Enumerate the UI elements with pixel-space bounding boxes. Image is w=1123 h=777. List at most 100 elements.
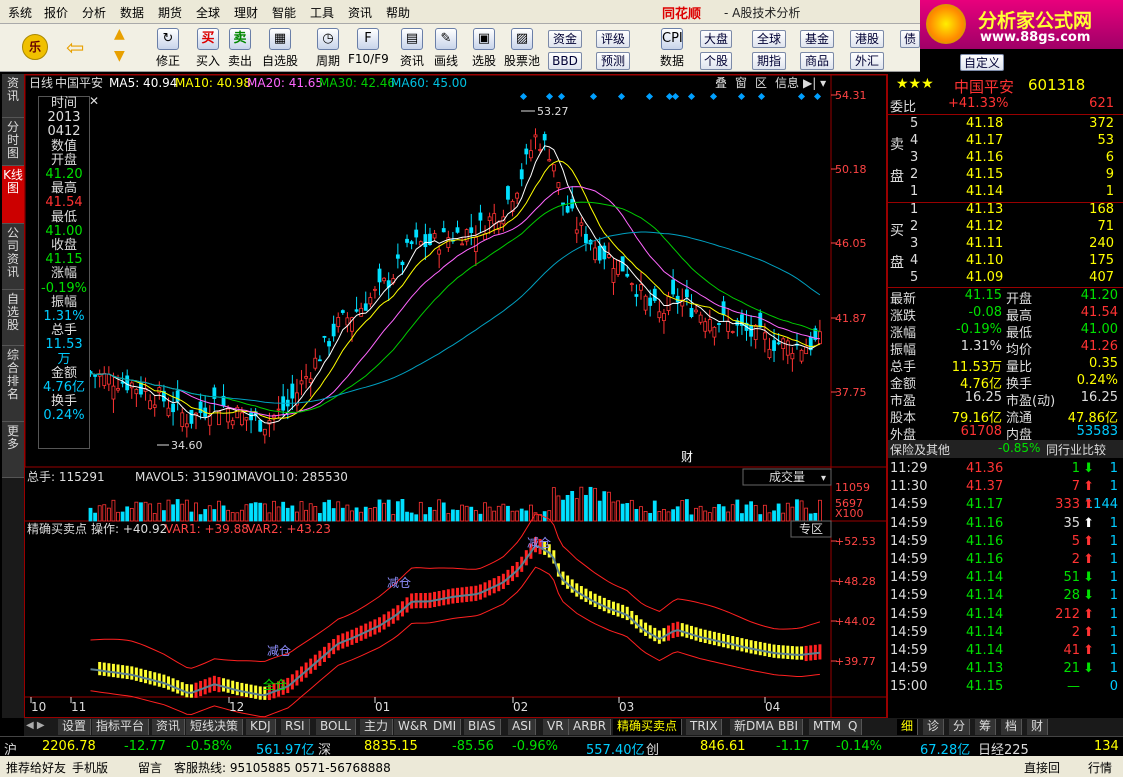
- quick-btn-6[interactable]: 基金: [800, 30, 834, 48]
- indicator-tab-12[interactable]: VR: [543, 719, 569, 735]
- event-diamond-icon[interactable]: [813, 92, 822, 101]
- quick-btn-2[interactable]: BBD: [548, 52, 582, 70]
- quick-btn-12[interactable]: 外汇: [850, 52, 884, 70]
- back-arrow-icon[interactable]: ⇦: [66, 36, 84, 61]
- toolbar-btn-10[interactable]: CPI 数据: [652, 28, 692, 69]
- indicator-tab-13[interactable]: ARBR: [569, 719, 612, 735]
- indicator-tab-17[interactable]: BBI: [774, 719, 804, 735]
- menu-item-2[interactable]: 分析: [82, 4, 106, 21]
- indicator-tab-19[interactable]: Q: [844, 719, 863, 735]
- toolbar-btn-8[interactable]: ▣ 选股: [464, 28, 504, 69]
- status-msg[interactable]: 留言: [138, 759, 162, 776]
- event-diamond-icon[interactable]: [757, 92, 766, 101]
- chart-tool-1[interactable]: 窗: [735, 76, 747, 90]
- menu-item-4[interactable]: 期货: [158, 4, 182, 21]
- toolbar-btn-9[interactable]: ▨ 股票池: [502, 28, 542, 69]
- status-hotline[interactable]: 客服热线: 95105885 0571-56768888: [174, 759, 391, 776]
- indicator-tab-15[interactable]: TRIX: [686, 719, 723, 735]
- indicator-tab-8[interactable]: W&R: [394, 719, 433, 735]
- chart-tool-0[interactable]: 叠: [715, 76, 727, 90]
- right-tab-0[interactable]: 细: [897, 719, 919, 735]
- toolbar-btn-3[interactable]: ▦ 自选股: [260, 28, 300, 69]
- event-diamond-icon[interactable]: [709, 92, 718, 101]
- menu-item-0[interactable]: 系统: [8, 4, 32, 21]
- toolbar-btn-7[interactable]: ✎ 画线: [426, 28, 466, 69]
- left-tab-3[interactable]: 公司资讯: [2, 224, 24, 290]
- menu-item-3[interactable]: 数据: [120, 4, 144, 21]
- indicator-tab-6[interactable]: BOLL: [316, 719, 356, 735]
- kline-chart-svg[interactable]: 日线 中国平安 MA5: 40.94MA10: 40.98MA20: 41.65MA…: [24, 74, 889, 719]
- left-tab-0[interactable]: 资讯: [2, 74, 24, 118]
- down-arrow-icon[interactable]: ▼: [114, 48, 125, 64]
- quick-btn-7[interactable]: 港股: [850, 30, 884, 48]
- event-diamond-icon[interactable]: [687, 92, 696, 101]
- menu-item-9[interactable]: 资讯: [348, 4, 372, 21]
- tab-scroll-left-icon[interactable]: ◀ ▶: [26, 720, 45, 731]
- event-diamond-icon[interactable]: [737, 92, 746, 101]
- indicator-tab-10[interactable]: BIAS: [464, 719, 501, 735]
- right-tab-2[interactable]: 分: [949, 719, 971, 735]
- home-icon[interactable]: 乐: [22, 34, 48, 60]
- left-tab-6[interactable]: 更多: [2, 422, 24, 478]
- left-tab-2[interactable]: K线图: [2, 166, 24, 224]
- quick-btn-3[interactable]: 预测: [596, 52, 630, 70]
- zone-label[interactable]: 专区: [799, 521, 823, 536]
- toolbar-btn-4[interactable]: ◷ 周期: [308, 28, 348, 69]
- indicator-tab-14[interactable]: 精确买卖点: [613, 719, 683, 735]
- event-diamond-icon[interactable]: [545, 92, 554, 101]
- right-tab-5[interactable]: 财: [1027, 719, 1049, 735]
- quick-btn-10[interactable]: 期指: [752, 52, 786, 70]
- indicator-tab-0[interactable]: 设置: [58, 719, 92, 735]
- finance-marker[interactable]: 财: [681, 450, 693, 464]
- quick-btn-13[interactable]: 自定义: [960, 54, 1004, 71]
- quick-btn-1[interactable]: 评级: [596, 30, 630, 48]
- indicator-tab-7[interactable]: 主力: [360, 719, 394, 735]
- menu-item-7[interactable]: 智能: [272, 4, 296, 21]
- chart-menu-icon[interactable]: ▶| ▾: [803, 76, 826, 90]
- quick-btn-8[interactable]: 债: [900, 30, 920, 48]
- right-tab-4[interactable]: 档: [1001, 719, 1023, 735]
- event-diamond-icon[interactable]: [589, 92, 598, 101]
- indicator-tab-4[interactable]: KDJ: [246, 719, 276, 735]
- menu-item-8[interactable]: 工具: [310, 4, 334, 21]
- status-direct[interactable]: 直接回: [1024, 759, 1060, 776]
- indicator-tab-5[interactable]: RSI: [281, 719, 310, 735]
- sector-name[interactable]: 保险及其他: [890, 441, 950, 458]
- event-diamond-icon[interactable]: [645, 92, 654, 101]
- indicator-tab-2[interactable]: 资讯: [152, 719, 186, 735]
- dropdown-arrow-icon[interactable]: ▾: [821, 473, 826, 484]
- quick-btn-5[interactable]: 全球: [752, 30, 786, 48]
- left-tab-4[interactable]: 自选股: [2, 290, 24, 346]
- right-tab-1[interactable]: 诊: [923, 719, 945, 735]
- left-tab-1[interactable]: 分时图: [2, 118, 24, 166]
- indicator-tab-18[interactable]: MTM: [809, 719, 847, 735]
- quick-btn-9[interactable]: 个股: [700, 52, 732, 70]
- event-diamond-icon[interactable]: [617, 92, 626, 101]
- menu-item-1[interactable]: 报价: [44, 4, 68, 21]
- left-tab-5[interactable]: 综合排名: [2, 346, 24, 422]
- toolbar-btn-5[interactable]: F F10/F9: [348, 28, 389, 66]
- status-trade[interactable]: 行情: [1088, 759, 1112, 776]
- chart-tool-3[interactable]: 信息: [775, 75, 799, 90]
- quick-btn-4[interactable]: 大盘: [700, 30, 732, 48]
- event-diamond-icon[interactable]: [671, 92, 680, 101]
- right-tab-3[interactable]: 筹: [975, 719, 997, 735]
- indicator-tab-3[interactable]: 短线决策: [186, 719, 244, 735]
- quick-btn-11[interactable]: 商品: [800, 52, 834, 70]
- event-diamond-icon[interactable]: [557, 92, 566, 101]
- toolbar-btn-2[interactable]: 卖卖出: [220, 28, 260, 69]
- peer-compare-button[interactable]: 同行业比较: [1046, 441, 1106, 458]
- chart-tool-2[interactable]: 区: [755, 76, 767, 90]
- toolbar-btn-0[interactable]: ↻ 修正: [148, 28, 188, 69]
- status-mobile[interactable]: 手机版: [72, 759, 108, 776]
- status-left[interactable]: 推荐给好友: [6, 759, 66, 776]
- up-arrow-icon[interactable]: ▲: [114, 26, 125, 42]
- volume-selector-label[interactable]: 成交量: [769, 469, 805, 484]
- menu-item-6[interactable]: 理财: [234, 4, 258, 21]
- event-diamond-icon[interactable]: [797, 92, 806, 101]
- menu-item-10[interactable]: 帮助: [386, 4, 410, 21]
- indicator-tab-9[interactable]: DMI: [429, 719, 462, 735]
- indicator-tab-16[interactable]: 新DMA: [730, 719, 779, 735]
- indicator-tab-11[interactable]: ASI: [508, 719, 537, 735]
- event-diamond-icon[interactable]: [519, 92, 528, 101]
